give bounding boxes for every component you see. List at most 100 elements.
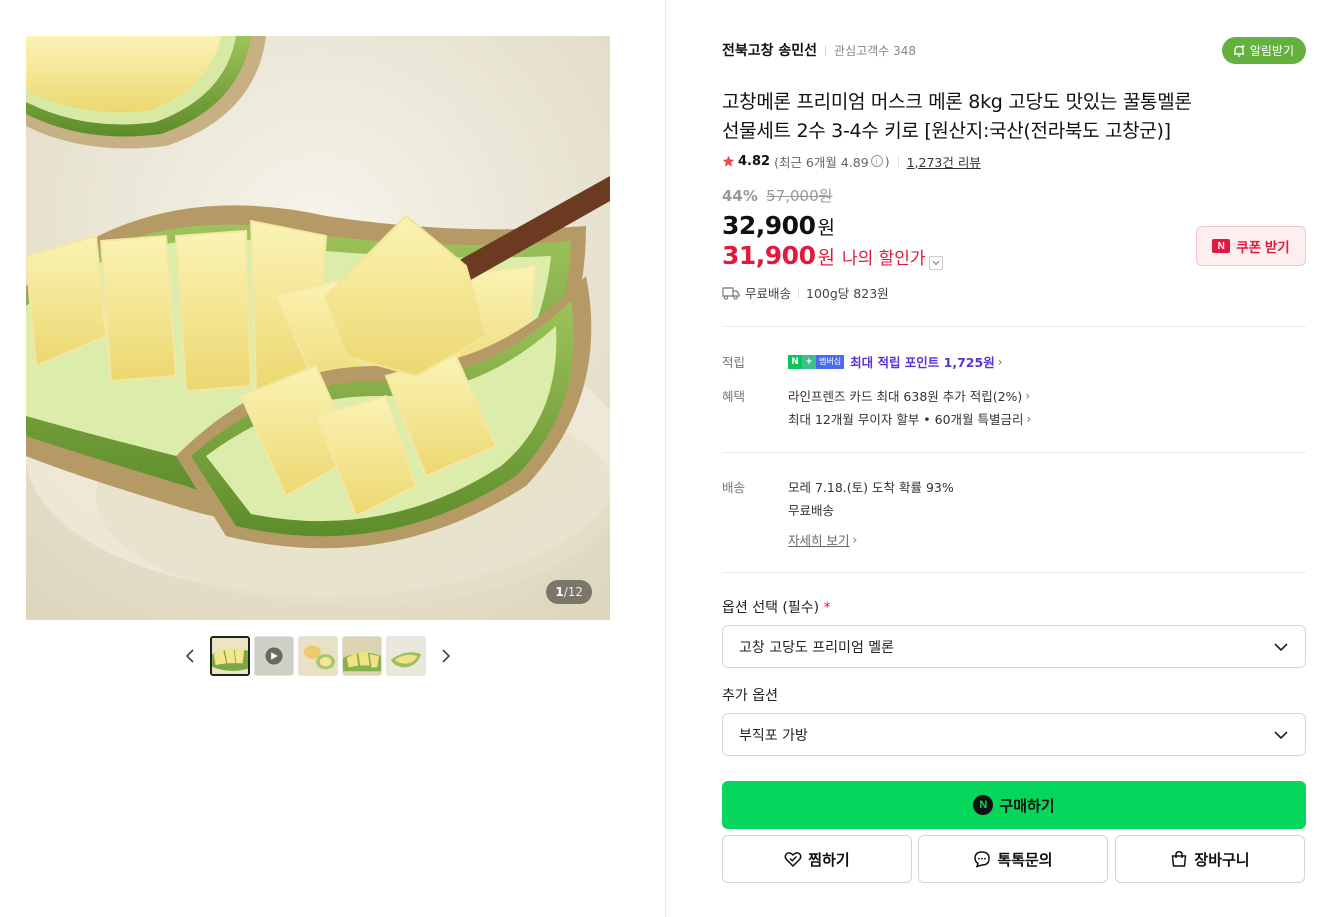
product-title-line1: 고창메론 프리미엄 머스크 메론 8kg 고당도 맛있는 꿀통멜론 [722, 91, 1192, 113]
bell-plus-icon [1233, 44, 1245, 57]
counter-current: 1 [555, 585, 564, 599]
chevron-right-icon: › [997, 354, 1003, 369]
recent-rating-close: ) [884, 153, 890, 169]
thumbnail-melon-image [387, 637, 425, 675]
talk-label: 톡톡문의 [997, 851, 1053, 869]
shipping-row: 무료배송 100g당 823원 [722, 283, 889, 302]
cart-button[interactable]: 장바구니 [1115, 835, 1305, 883]
alarm-button[interactable]: 알림받기 [1221, 37, 1306, 64]
prev-image-button[interactable] [180, 636, 200, 676]
delivery-detail-row[interactable]: 자세히 보기 › [788, 530, 857, 549]
section-divider [722, 452, 1306, 453]
selected-option-value: 고창 고당도 프리미엄 멜론 [739, 639, 895, 656]
naver-pay-icon: N [973, 795, 994, 815]
arrival-row: 모레 7.18.(토) 도착 확률 93% [788, 477, 954, 496]
delivery-detail-link[interactable]: 자세히 보기 [788, 530, 849, 549]
thumbnail-melon-image [212, 638, 248, 674]
naver-plus-membership-badge: N + 멤버십 [788, 354, 845, 369]
review-count-link[interactable]: 1,273건 리뷰 [907, 152, 981, 171]
counter-total: /12 [563, 585, 583, 599]
delivery-label: 배송 [722, 480, 746, 495]
buy-button[interactable]: N 구매하기 [722, 781, 1306, 829]
store-name[interactable]: 전북고창 송민선 [722, 40, 817, 60]
info-icon[interactable]: i [870, 155, 883, 167]
recent-rating: (최근 6개월 4.89 [774, 154, 869, 170]
points-text: 최대 적립 포인트 1,725원 [850, 352, 995, 371]
extra-option-select[interactable]: 부직포 가방 [722, 713, 1306, 756]
thumbnail-melon-image [299, 637, 337, 675]
section-divider [722, 572, 1306, 573]
wish-button[interactable]: 찜하기 [722, 835, 912, 883]
extra-option-label: 추가 옵션 [722, 688, 778, 704]
chat-bubble-icon [974, 851, 991, 868]
heart-icon [784, 852, 802, 867]
product-gallery: 1/12 [0, 0, 665, 917]
installment-row[interactable]: 최대 12개월 무이자 할부 • 60개월 특별금리 › [788, 409, 1031, 428]
separator [825, 44, 827, 56]
required-option-label: 옵션 선택 (필수) * [722, 597, 831, 617]
thumbnail-4[interactable] [342, 636, 382, 676]
my-price-label: 나의 할인가 [841, 249, 926, 269]
buy-label: 구매하기 [999, 797, 1055, 815]
chevron-right-icon: › [1025, 388, 1031, 403]
installment-text: 최대 12개월 무이자 할부 • 60개월 특별금리 [788, 412, 1024, 427]
original-price: 57,000원 [766, 187, 833, 205]
image-counter: 1/12 [546, 580, 592, 604]
expand-my-price-button[interactable] [928, 256, 943, 270]
original-price-row: 44% 57,000원 [722, 185, 832, 206]
benefit-label: 혜택 [722, 389, 746, 404]
vertical-divider [665, 0, 666, 917]
plus-icon: + [802, 354, 816, 369]
chevron-down-icon [932, 260, 940, 266]
thumbnail-3[interactable] [298, 636, 338, 676]
discount-percent: 44% [722, 187, 758, 205]
thumbnail-strip [180, 636, 456, 676]
arrival-text: 모레 7.18.(토) 도착 확률 93% [788, 480, 954, 495]
points-label: 적립 [722, 355, 746, 370]
my-price-row: 31,900 원 나의 할인가 [722, 241, 943, 270]
sale-price-unit: 원 [817, 217, 835, 239]
chevron-right-icon: › [852, 532, 858, 547]
card-benefit-row[interactable]: 라인프렌즈 카드 최대 638원 추가 적립(2%) › [788, 386, 1030, 405]
wish-label: 찜하기 [808, 851, 850, 869]
free-shipping-text: 무료배송 [745, 286, 792, 301]
required-option-text: 옵션 선택 (필수) [722, 600, 820, 616]
thumbnail-video-image [255, 637, 293, 675]
points-text-label: 최대 적립 포인트 [850, 355, 944, 370]
thumbnail-melon-image [343, 637, 381, 675]
coupon-label: 쿠폰 받기 [1236, 240, 1290, 255]
thumbnail-2[interactable] [254, 636, 294, 676]
melon-photo [26, 36, 610, 620]
rating-score: 4.82 [738, 153, 771, 169]
alarm-label: 알림받기 [1249, 44, 1294, 58]
section-divider [722, 326, 1306, 327]
delivery-fee-row: 무료배송 [788, 500, 834, 519]
chevron-right-icon: › [1026, 411, 1032, 426]
card-benefit-text: 라인프렌즈 카드 최대 638원 추가 적립(2%) [788, 389, 1023, 404]
star-icon [722, 155, 735, 167]
naver-coupon-icon: N [1212, 239, 1231, 253]
talk-inquiry-button[interactable]: 톡톡문의 [918, 835, 1108, 883]
chevron-right-icon [442, 649, 451, 663]
shopping-bag-icon [1172, 851, 1187, 867]
naver-n-icon: N [788, 354, 802, 369]
required-option-select[interactable]: 고창 고당도 프리미엄 멜론 [722, 625, 1306, 668]
points-row[interactable]: N + 멤버십 최대 적립 포인트 1,725원 › [788, 352, 1003, 371]
sale-price-row: 32,900 원 [722, 211, 835, 240]
coupon-button[interactable]: N 쿠폰 받기 [1196, 226, 1306, 266]
store-fans-count: 관심고객수 348 [834, 43, 916, 58]
main-product-image[interactable]: 1/12 [26, 36, 610, 620]
my-price: 31,900 [722, 241, 816, 270]
required-mark: * [823, 600, 831, 616]
truck-icon [722, 286, 740, 300]
separator [798, 287, 800, 298]
next-image-button[interactable] [436, 636, 456, 676]
thumbnail-5[interactable] [386, 636, 426, 676]
unit-price-text: 100g당 823원 [806, 286, 889, 301]
membership-badge-label: 멤버십 [816, 354, 845, 369]
my-price-unit: 원 [817, 247, 835, 269]
chevron-down-icon [1274, 643, 1288, 652]
thumbnail-1[interactable] [210, 636, 250, 676]
extra-option-value: 부직포 가방 [739, 727, 808, 744]
cart-label: 장바구니 [1194, 851, 1250, 869]
